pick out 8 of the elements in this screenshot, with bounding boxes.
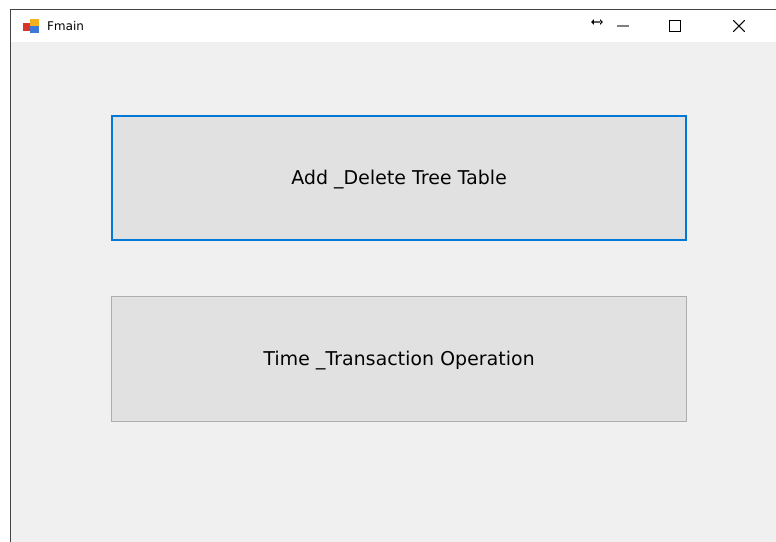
resize-arrows-icon xyxy=(591,19,603,25)
app-icon xyxy=(23,19,39,33)
action-button[interactable]: Time _Transaction Operation xyxy=(111,296,687,422)
minimize-icon[interactable] xyxy=(617,25,629,27)
window-title: Fmain xyxy=(47,19,85,33)
maximize-icon[interactable] xyxy=(669,20,681,32)
close-icon[interactable] xyxy=(733,20,745,32)
action-button[interactable]: Add _Delete Tree Table xyxy=(111,115,687,241)
